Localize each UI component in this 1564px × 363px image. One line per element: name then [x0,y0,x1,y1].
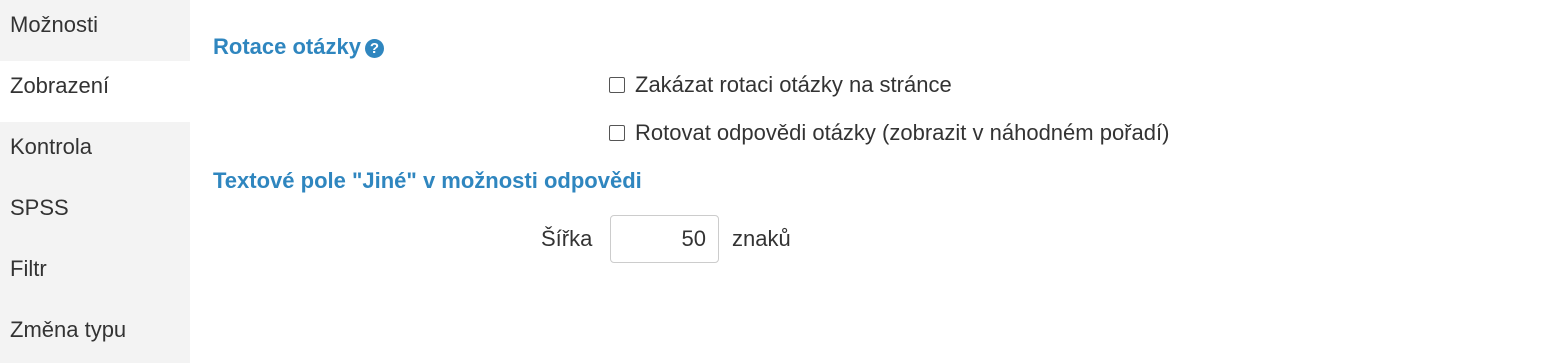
question-settings-panel: Možnosti Zobrazení Kontrola SPSS Filtr Z… [0,0,1564,363]
rotation-section-title: Rotace otázky? [213,34,384,60]
sidebar-item-spss[interactable]: SPSS [0,183,190,244]
settings-sidebar: Možnosti Zobrazení Kontrola SPSS Filtr Z… [0,0,190,363]
other-field-title-text: Textové pole "Jiné" v možnosti odpovědi [213,168,642,193]
sidebar-item-label: Možnosti [10,12,99,37]
sidebar-item-label: Kontrola [10,134,92,159]
sidebar-item-label: Zobrazení [10,73,110,98]
disable-rotation-checkbox[interactable] [609,77,625,93]
sidebar-item-zobrazeni[interactable]: Zobrazení [0,61,190,122]
question-circle-icon[interactable]: ? [364,39,384,58]
sidebar-item-label: SPSS [10,195,69,220]
disable-rotation-option[interactable]: Zakázat rotaci otázky na stránce [609,72,952,98]
width-unit-label: znaků [732,226,791,251]
sidebar-item-moznosti[interactable]: Možnosti [0,0,190,61]
other-field-section-title: Textové pole "Jiné" v možnosti odpovědi [213,168,642,194]
width-input[interactable] [610,215,719,263]
sidebar-item-kontrola[interactable]: Kontrola [0,122,190,183]
sidebar-item-filtr[interactable]: Filtr [0,244,190,305]
disable-rotation-label: Zakázat rotaci otázky na stránce [635,72,952,97]
sidebar-item-label: Filtr [10,256,47,281]
width-label: Šířka [541,226,593,251]
rotation-title-text: Rotace otázky [213,34,361,59]
sidebar-item-label: Změna typu [10,317,127,342]
sidebar-item-zmena-typu[interactable]: Změna typu [0,305,190,363]
rotate-answers-checkbox[interactable] [609,125,625,141]
rotate-answers-option[interactable]: Rotovat odpovědi otázky (zobrazit v náho… [609,120,1169,146]
rotate-answers-label: Rotovat odpovědi otázky (zobrazit v náho… [635,120,1170,145]
